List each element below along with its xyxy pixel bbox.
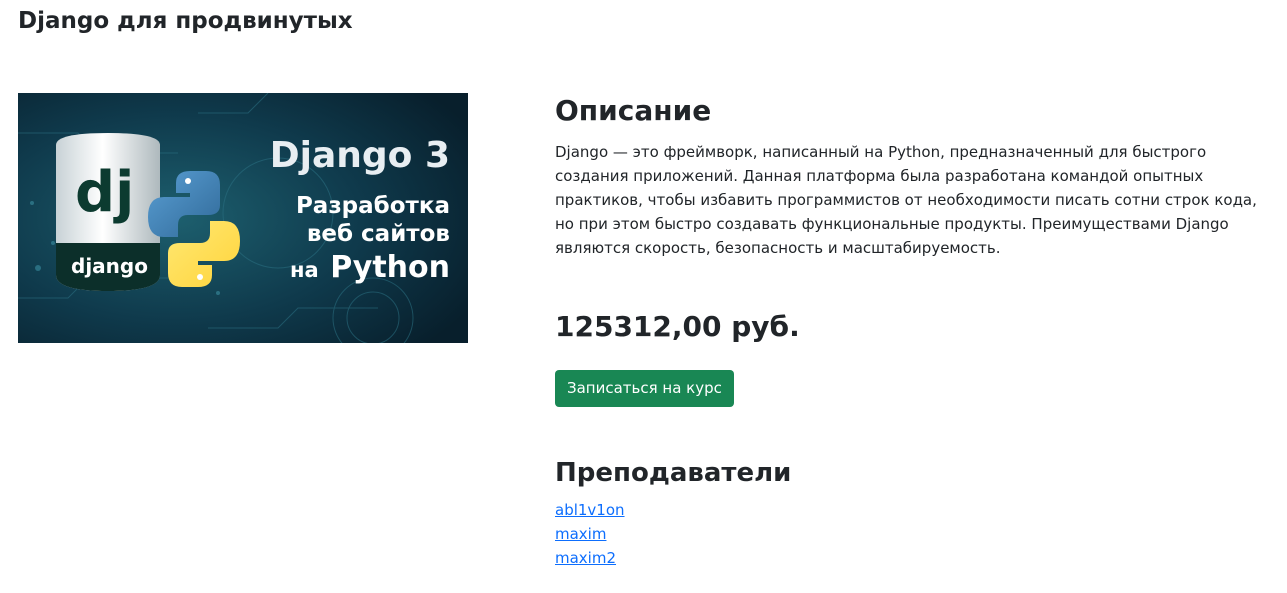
- list-item: maxim2: [555, 546, 625, 570]
- page-title: Django для продвинутых: [18, 8, 353, 34]
- svg-text:Разработка: Разработка: [296, 193, 450, 219]
- description-heading: Описание: [555, 94, 712, 127]
- teachers-list: abl1v1on maxim maxim2: [555, 498, 625, 570]
- svg-text:Django 3: Django 3: [270, 135, 450, 176]
- teacher-link-abl1v1on[interactable]: abl1v1on: [555, 501, 625, 519]
- course-image: dj django Django 3 Разработка веб сайтов…: [18, 93, 468, 343]
- django-logo-icon: dj django: [56, 133, 160, 291]
- enroll-button[interactable]: Записаться на курс: [555, 370, 734, 407]
- svg-text:веб сайтов: веб сайтов: [307, 221, 450, 247]
- course-price: 125312,00 руб.: [555, 310, 800, 343]
- description-text: Django — это фреймворк, написанный на Py…: [555, 143, 1257, 257]
- teachers-heading: Преподаватели: [555, 458, 792, 488]
- teacher-link-maxim[interactable]: maxim: [555, 525, 606, 543]
- svg-text:django: django: [71, 254, 148, 278]
- teacher-link-maxim2[interactable]: maxim2: [555, 549, 616, 567]
- list-item: maxim: [555, 522, 625, 546]
- svg-text:dj: dj: [75, 160, 134, 225]
- list-item: abl1v1on: [555, 498, 625, 522]
